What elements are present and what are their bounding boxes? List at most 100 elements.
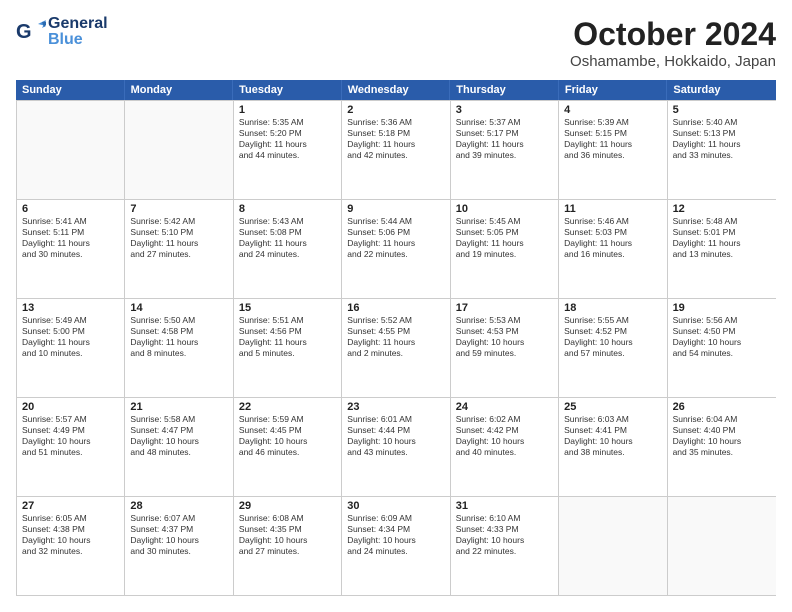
day-info-line: and 43 minutes.	[347, 447, 444, 458]
day-info-line: Daylight: 11 hours	[239, 238, 336, 249]
day-info-line: Sunrise: 5:56 AM	[673, 315, 771, 326]
calendar-week-row: 13Sunrise: 5:49 AMSunset: 5:00 PMDayligh…	[17, 298, 776, 397]
calendar-cell	[125, 101, 233, 199]
calendar-cell: 13Sunrise: 5:49 AMSunset: 5:00 PMDayligh…	[17, 299, 125, 397]
day-info-line: Sunrise: 6:10 AM	[456, 513, 553, 524]
day-number: 27	[22, 500, 119, 512]
day-info-line: Daylight: 11 hours	[564, 238, 661, 249]
day-info-line: Sunset: 4:52 PM	[564, 326, 661, 337]
day-info-line: Daylight: 10 hours	[347, 535, 444, 546]
page-title: October 2024	[570, 16, 776, 53]
day-number: 20	[22, 401, 119, 413]
day-info-line: Daylight: 10 hours	[673, 436, 771, 447]
day-info-line: Sunset: 4:38 PM	[22, 524, 119, 535]
day-info-line: Sunset: 4:53 PM	[456, 326, 553, 337]
day-info-line: Sunset: 5:10 PM	[130, 227, 227, 238]
day-info-line: and 35 minutes.	[673, 447, 771, 458]
day-info-line: Daylight: 11 hours	[456, 238, 553, 249]
logo-general: General	[48, 16, 108, 32]
calendar-week-row: 20Sunrise: 5:57 AMSunset: 4:49 PMDayligh…	[17, 397, 776, 496]
day-number: 4	[564, 104, 661, 116]
calendar-cell: 1Sunrise: 5:35 AMSunset: 5:20 PMDaylight…	[234, 101, 342, 199]
day-info-line: Daylight: 11 hours	[22, 337, 119, 348]
day-info-line: and 32 minutes.	[22, 546, 119, 557]
calendar-day-header: Monday	[125, 80, 234, 100]
day-info-line: Sunset: 5:17 PM	[456, 128, 553, 139]
day-info-line: and 48 minutes.	[130, 447, 227, 458]
day-info-line: Sunset: 4:58 PM	[130, 326, 227, 337]
day-info-line: Sunset: 4:55 PM	[347, 326, 444, 337]
day-number: 17	[456, 302, 553, 314]
calendar-day-header: Thursday	[450, 80, 559, 100]
day-info-line: Sunrise: 5:36 AM	[347, 117, 444, 128]
day-info-line: Sunrise: 6:02 AM	[456, 414, 553, 425]
day-info-line: Sunrise: 6:08 AM	[239, 513, 336, 524]
day-info-line: and 44 minutes.	[239, 150, 336, 161]
day-info-line: and 5 minutes.	[239, 348, 336, 359]
day-info-line: Sunrise: 5:41 AM	[22, 216, 119, 227]
day-info-line: Daylight: 11 hours	[347, 139, 444, 150]
calendar-cell: 11Sunrise: 5:46 AMSunset: 5:03 PMDayligh…	[559, 200, 667, 298]
calendar-cell: 14Sunrise: 5:50 AMSunset: 4:58 PMDayligh…	[125, 299, 233, 397]
day-info-line: Sunset: 5:18 PM	[347, 128, 444, 139]
day-info-line: Sunset: 4:47 PM	[130, 425, 227, 436]
calendar-cell: 23Sunrise: 6:01 AMSunset: 4:44 PMDayligh…	[342, 398, 450, 496]
calendar-week-row: 27Sunrise: 6:05 AMSunset: 4:38 PMDayligh…	[17, 496, 776, 595]
calendar-cell: 4Sunrise: 5:39 AMSunset: 5:15 PMDaylight…	[559, 101, 667, 199]
day-info-line: Daylight: 11 hours	[564, 139, 661, 150]
calendar-cell: 27Sunrise: 6:05 AMSunset: 4:38 PMDayligh…	[17, 497, 125, 595]
day-info-line: Sunrise: 5:50 AM	[130, 315, 227, 326]
day-info-line: Sunrise: 5:43 AM	[239, 216, 336, 227]
day-info-line: Daylight: 11 hours	[22, 238, 119, 249]
day-info-line: and 27 minutes.	[130, 249, 227, 260]
day-info-line: Daylight: 10 hours	[564, 436, 661, 447]
day-info-line: Sunrise: 5:37 AM	[456, 117, 553, 128]
calendar-cell: 29Sunrise: 6:08 AMSunset: 4:35 PMDayligh…	[234, 497, 342, 595]
day-info-line: Sunset: 5:15 PM	[564, 128, 661, 139]
day-info-line: Sunset: 4:41 PM	[564, 425, 661, 436]
day-info-line: Daylight: 10 hours	[456, 337, 553, 348]
day-number: 7	[130, 203, 227, 215]
day-info-line: Daylight: 10 hours	[130, 535, 227, 546]
calendar-cell: 7Sunrise: 5:42 AMSunset: 5:10 PMDaylight…	[125, 200, 233, 298]
logo-blue: Blue	[48, 32, 108, 48]
day-info-line: and 16 minutes.	[564, 249, 661, 260]
calendar-day-header: Friday	[559, 80, 668, 100]
day-info-line: and 22 minutes.	[347, 249, 444, 260]
day-info-line: and 36 minutes.	[564, 150, 661, 161]
logo-bird-icon: G	[16, 20, 46, 44]
calendar-cell: 3Sunrise: 5:37 AMSunset: 5:17 PMDaylight…	[451, 101, 559, 199]
day-info-line: and 22 minutes.	[456, 546, 553, 557]
calendar-week-row: 6Sunrise: 5:41 AMSunset: 5:11 PMDaylight…	[17, 199, 776, 298]
day-info-line: Daylight: 11 hours	[239, 337, 336, 348]
day-info-line: Daylight: 11 hours	[239, 139, 336, 150]
day-info-line: Daylight: 10 hours	[239, 535, 336, 546]
day-info-line: Sunset: 4:35 PM	[239, 524, 336, 535]
day-info-line: and 46 minutes.	[239, 447, 336, 458]
day-number: 22	[239, 401, 336, 413]
day-info-line: Sunrise: 5:40 AM	[673, 117, 771, 128]
day-info-line: Sunrise: 6:07 AM	[130, 513, 227, 524]
day-info-line: Sunrise: 5:59 AM	[239, 414, 336, 425]
day-info-line: Sunset: 5:03 PM	[564, 227, 661, 238]
day-info-line: Daylight: 11 hours	[673, 139, 771, 150]
header: G General Blue October 2024 Oshamambe, H…	[16, 16, 776, 70]
day-number: 18	[564, 302, 661, 314]
day-info-line: and 8 minutes.	[130, 348, 227, 359]
day-number: 25	[564, 401, 661, 413]
day-number: 14	[130, 302, 227, 314]
day-info-line: Sunset: 4:37 PM	[130, 524, 227, 535]
day-info-line: and 42 minutes.	[347, 150, 444, 161]
calendar-header: SundayMondayTuesdayWednesdayThursdayFrid…	[16, 80, 776, 100]
day-info-line: Sunset: 5:08 PM	[239, 227, 336, 238]
day-info-line: Sunset: 5:01 PM	[673, 227, 771, 238]
day-number: 16	[347, 302, 444, 314]
calendar-day-header: Tuesday	[233, 80, 342, 100]
calendar-cell: 28Sunrise: 6:07 AMSunset: 4:37 PMDayligh…	[125, 497, 233, 595]
calendar-cell: 15Sunrise: 5:51 AMSunset: 4:56 PMDayligh…	[234, 299, 342, 397]
day-info-line: Sunset: 4:42 PM	[456, 425, 553, 436]
day-number: 29	[239, 500, 336, 512]
day-info-line: Sunrise: 5:48 AM	[673, 216, 771, 227]
day-number: 13	[22, 302, 119, 314]
day-info-line: Sunset: 4:34 PM	[347, 524, 444, 535]
